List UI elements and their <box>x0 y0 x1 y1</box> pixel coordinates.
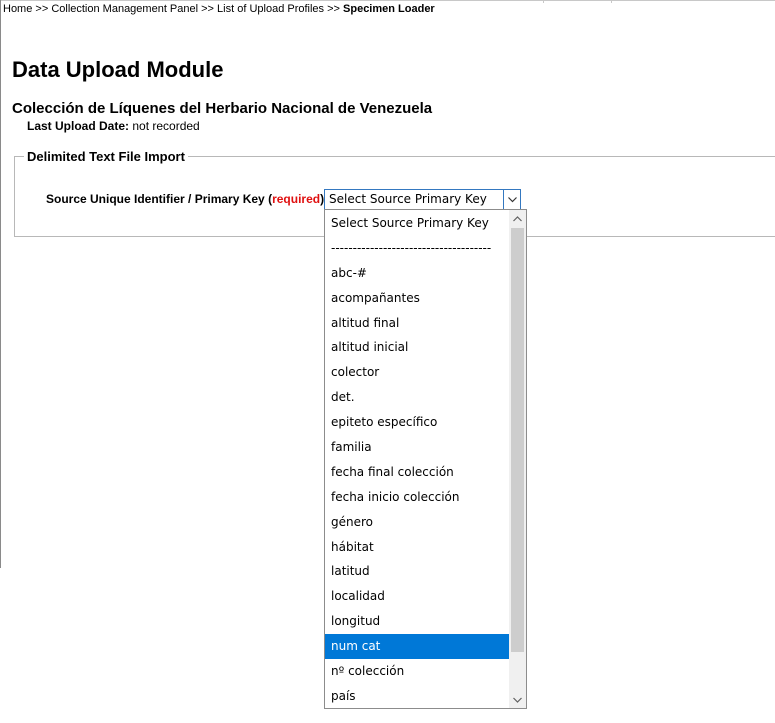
required-marker: required <box>272 192 321 206</box>
breadcrumb-current: Specimen Loader <box>343 3 435 15</box>
dropdown-scrollbar[interactable] <box>509 210 526 708</box>
dropdown-option[interactable]: epiteto específico <box>325 410 510 435</box>
dropdown-option[interactable]: fecha inicio colección <box>325 485 510 510</box>
dropdown-option[interactable]: familia <box>325 435 510 460</box>
primary-key-select-value: Select Source Primary Key <box>329 192 487 206</box>
dropdown-option[interactable]: localidad <box>325 584 510 609</box>
dropdown-option[interactable]: longitud <box>325 609 510 634</box>
dropdown-option[interactable]: abc-# <box>325 261 510 286</box>
top-border <box>0 0 775 1</box>
top-border-tick <box>611 0 612 3</box>
dropdown-option[interactable]: nº colección <box>325 659 510 684</box>
dropdown-option[interactable]: altitud inicial <box>325 335 510 360</box>
dropdown-option[interactable]: num cat <box>325 634 510 660</box>
primary-key-options-list[interactable]: Select Source Primary Key ---------------… <box>324 209 527 709</box>
dropdown-option[interactable]: colector <box>325 360 510 385</box>
dropdown-option[interactable]: ------------------------------------- <box>325 236 510 261</box>
dropdown-option[interactable]: género <box>325 510 510 535</box>
dropdown-option[interactable]: Select Source Primary Key <box>325 211 510 236</box>
collection-title: Colección de Líquenes del Herbario Nacio… <box>12 100 433 117</box>
chevron-down-icon[interactable] <box>503 190 520 209</box>
breadcrumb-separator: >> <box>324 3 344 15</box>
page-title: Data Upload Module <box>12 57 224 82</box>
left-border <box>0 0 1 568</box>
primary-key-label-text: Source Unique Identifier / Primary Key ( <box>46 192 273 206</box>
scroll-down-arrow-icon[interactable] <box>509 691 526 708</box>
last-upload-date-label: Last Upload Date: <box>27 119 130 133</box>
last-upload-date: Last Upload Date: not recorded <box>27 119 200 133</box>
dropdown-option[interactable]: latitud <box>325 559 510 584</box>
breadcrumb-profiles-link[interactable]: List of Upload Profiles <box>217 3 324 15</box>
scrollbar-thumb[interactable] <box>511 228 524 652</box>
dropdown-option[interactable]: acompañantes <box>325 286 510 311</box>
import-legend: Delimited Text File Import <box>24 149 188 164</box>
dropdown-option[interactable]: altitud final <box>325 311 510 336</box>
dropdown-option[interactable]: hábitat <box>325 535 510 560</box>
dropdown-option[interactable]: país <box>325 684 510 708</box>
breadcrumb-home-link[interactable]: Home <box>3 3 32 15</box>
breadcrumb-separator: >> <box>198 3 218 15</box>
dropdown-option[interactable]: fecha final colección <box>325 460 510 485</box>
breadcrumb-separator: >> <box>32 3 52 15</box>
options: Select Source Primary Key ---------------… <box>325 211 510 708</box>
top-border-tick <box>543 0 544 3</box>
scroll-up-arrow-icon[interactable] <box>509 210 526 227</box>
dropdown-option[interactable]: det. <box>325 385 510 410</box>
primary-key-select[interactable]: Select Source Primary Key <box>324 189 521 210</box>
last-upload-date-value: not recorded <box>129 119 200 133</box>
breadcrumb: Home >> Collection Management Panel >> L… <box>3 3 435 15</box>
breadcrumb-panel-link[interactable]: Collection Management Panel <box>51 3 198 15</box>
primary-key-label: Source Unique Identifier / Primary Key (… <box>46 192 328 206</box>
